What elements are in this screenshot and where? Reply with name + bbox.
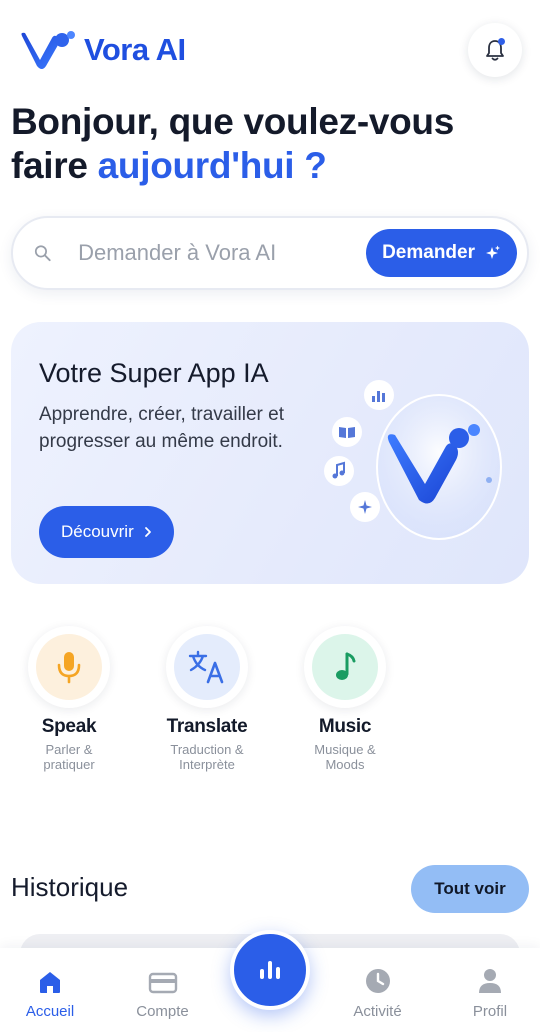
sparkle-bubble-icon: [350, 492, 380, 522]
quick-action-circle: [28, 626, 110, 708]
nav-item-home[interactable]: Accueil: [0, 969, 100, 1020]
voice-button[interactable]: [230, 930, 310, 1010]
quick-action-title: Translate: [166, 716, 248, 737]
notifications-button[interactable]: [468, 23, 522, 77]
quick-action-circle: [304, 626, 386, 708]
search-input[interactable]: [78, 240, 367, 266]
quick-action-icon-bg: [36, 634, 102, 700]
quick-actions: Speak Parler & pratiquer Translate Tradu…: [25, 626, 389, 772]
notification-dot: [498, 38, 505, 45]
card-icon: [148, 972, 177, 994]
quick-action-subtitle: Traduction & Interprète: [170, 742, 244, 772]
search-icon: [34, 245, 51, 262]
app-logo: Vora AI: [18, 26, 186, 74]
nav-item-activity[interactable]: Activité: [328, 967, 428, 1020]
audio-waveform-icon: [260, 961, 280, 979]
book-bubble-icon: [332, 417, 362, 447]
music-bubble-icon: [324, 456, 354, 486]
ask-button-label: Demander: [382, 242, 475, 263]
greeting-line2-plain: faire: [11, 145, 98, 186]
user-icon: [479, 969, 501, 993]
greeting-line1: Bonjour, que voulez-vous: [11, 101, 454, 142]
quick-action-icon-bg: [174, 634, 240, 700]
translate-icon: [188, 650, 224, 684]
nav-label: Accueil: [25, 1003, 75, 1020]
hero-card: Votre Super App IA Apprendre, créer, tra…: [11, 322, 529, 584]
nav-label: Activité: [353, 1003, 402, 1020]
history-title: Historique: [11, 872, 129, 902]
logo-text: Vora AI: [84, 32, 186, 67]
chart-bubble-icon: [364, 380, 394, 410]
home-icon: [40, 972, 60, 993]
sparkle-icon: [486, 245, 500, 259]
hero-illustration: [324, 380, 502, 540]
greeting-line2-accent: aujourd'hui ?: [97, 145, 327, 186]
quick-action-music[interactable]: Music Musique & Moods: [301, 626, 389, 772]
nav-item-account[interactable]: Compte: [113, 971, 213, 1020]
music-note-icon: [336, 652, 356, 680]
search-bar: Demander: [11, 216, 529, 290]
vora-logo-icon: [21, 31, 75, 69]
discover-button[interactable]: Découvrir: [39, 506, 174, 558]
nav-label: Profil: [472, 1003, 508, 1020]
quick-action-subtitle: Parler & pratiquer: [43, 742, 95, 772]
app-header: Vora AI: [18, 22, 522, 78]
nav-label: Compte: [136, 1003, 189, 1020]
quick-action-circle: [166, 626, 248, 708]
see-all-button[interactable]: Tout voir: [411, 865, 529, 913]
clock-icon: [365, 969, 390, 993]
nav-item-profile[interactable]: Profil: [440, 967, 540, 1020]
quick-action-title: Music: [318, 716, 372, 737]
hero-description: Apprendre, créer, travailler et progress…: [39, 404, 285, 452]
quick-action-speak[interactable]: Speak Parler & pratiquer: [25, 626, 113, 772]
quick-action-subtitle: Musique & Moods: [314, 742, 376, 772]
quick-action-title: Speak: [41, 716, 97, 737]
ask-button[interactable]: Demander: [366, 229, 517, 277]
chevron-right-icon: [144, 527, 151, 537]
greeting-heading: Bonjour, que voulez-vous faire aujourd'h…: [11, 100, 529, 188]
quick-action-icon-bg: [312, 634, 378, 700]
microphone-icon: [57, 652, 81, 684]
quick-action-translate[interactable]: Translate Traduction & Interprète: [163, 626, 251, 772]
discover-button-label: Découvrir: [61, 522, 134, 541]
hero-title: Votre Super App IA: [39, 358, 269, 388]
